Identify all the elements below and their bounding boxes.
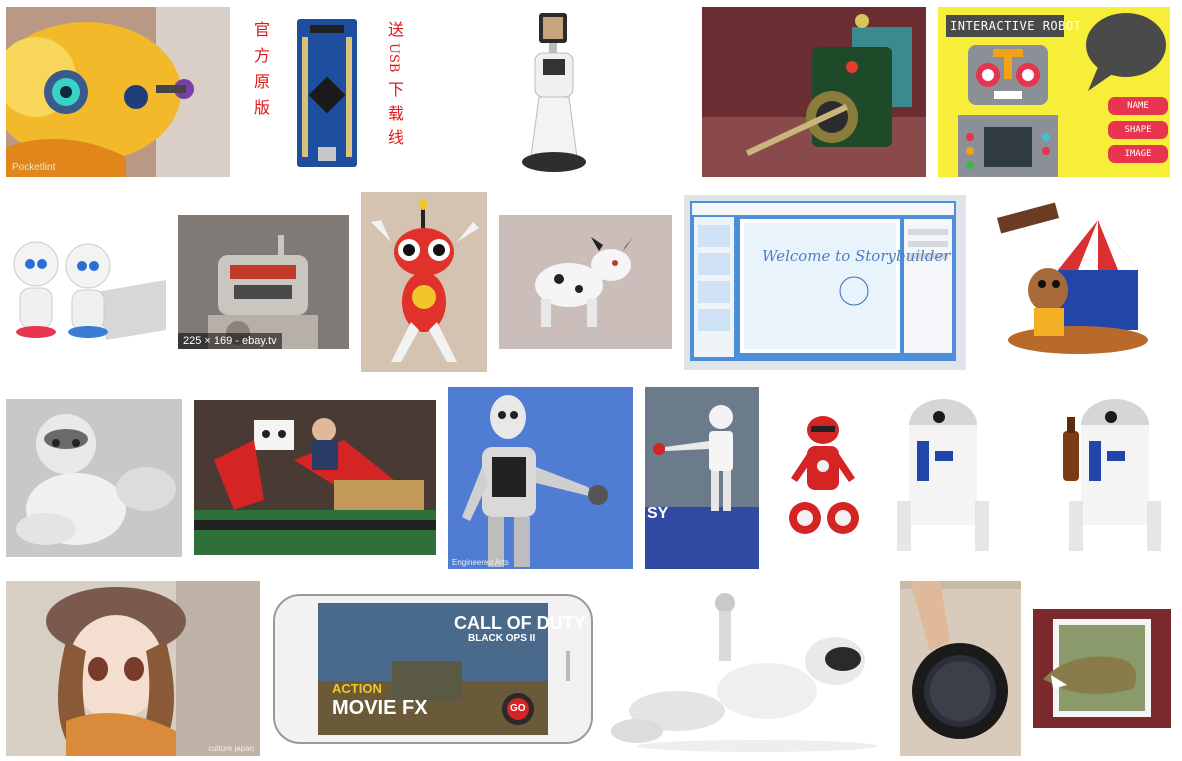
anime-doll-image-icon [6, 581, 260, 756]
image-result-arduino-board[interactable]: 官 方 原 版 送 USB 下 载 线 [242, 7, 415, 177]
cn-text-right-5: 线 [388, 128, 405, 147]
image-result-circuit-robot[interactable] [702, 7, 926, 177]
r2d2-droid-image-icon [887, 391, 1171, 564]
image-result-anime-doll[interactable]: culture japan [6, 581, 260, 756]
cn-text-right-1: 送 [388, 20, 405, 39]
game-title-line1: CALL OF DUTY [454, 613, 586, 633]
image-result-nao-robot[interactable] [6, 399, 182, 557]
cn-text-right-2: USB [386, 43, 401, 73]
circus-tent-monkey-robot-image-icon [978, 190, 1171, 375]
image-result-table-tennis-robot[interactable]: SY [645, 387, 759, 569]
image-result-r2d2[interactable] [887, 391, 1171, 564]
vintage-tin-robot-image-icon [178, 215, 349, 349]
app-title-line1: ACTION [332, 681, 382, 696]
toy-creature-robot-image-icon [361, 192, 487, 372]
watermark: SY [647, 505, 669, 522]
image-result-companion-robots[interactable] [6, 222, 166, 342]
image-result-tin-robot[interactable]: 225 × 169 - ebay.tv [178, 215, 349, 349]
image-result-robot-dog[interactable] [499, 215, 672, 349]
robot-playing-table-tennis-image-icon [645, 387, 759, 569]
image-result-dinosaur-frame[interactable] [1033, 609, 1171, 728]
storybuilder-app-screenshot-icon [684, 195, 966, 370]
cn-text-left-2: 方 [254, 46, 271, 65]
go-button-label: GO [510, 703, 526, 714]
ir-shape-button: SHAPE [1108, 121, 1168, 139]
nao-humanoid-robot-image-icon [6, 399, 182, 557]
cn-text-left-4: 版 [254, 98, 271, 117]
baxter-industrial-robot-image-icon [194, 400, 436, 555]
image-result-toy-robot-fish[interactable]: Pocketlint [6, 7, 230, 177]
image-result-smart-speaker[interactable] [900, 581, 1021, 756]
game-title-line2: BLACK OPS II [468, 633, 536, 644]
ir-name-button: NAME [1108, 97, 1168, 115]
watermark: culture japan [208, 744, 254, 753]
telepresence-robot-image-icon [427, 7, 689, 177]
interactive-robot-title: INTERACTIVE ROBOT [950, 19, 1082, 33]
ir-image-button: IMAGE [1108, 145, 1168, 163]
image-result-action-movie-fx[interactable]: CALL OF DUTY BLACK OPS II ACTION MOVIE F… [272, 591, 595, 746]
cn-text-left-3: 原 [254, 72, 271, 91]
reclining-robot-image-icon [607, 581, 888, 756]
watermark: Pocketlint [12, 162, 56, 173]
storybuilder-title: Welcome to Storybuilder [762, 247, 951, 265]
image-result-reclining-robot[interactable] [607, 581, 888, 756]
toy-robot-fish-image-icon [6, 7, 230, 177]
humanoid-robot-blue-background-image-icon [448, 387, 633, 569]
small-companion-robots-image-icon [6, 222, 166, 342]
image-result-circus-monkey[interactable] [978, 190, 1171, 375]
cn-text-left-1: 官 [254, 20, 271, 39]
image-result-storybuilder[interactable]: Welcome to Storybuilder [684, 195, 966, 370]
image-result-telepresence-robot[interactable] [427, 7, 689, 177]
image-result-toy-creature[interactable] [361, 192, 487, 372]
image-size-caption: 225 × 169 - ebay.tv [178, 333, 282, 349]
image-result-interactive-robot[interactable]: INTERACTIVE ROBOT NAME SHAPE IMAGE [938, 7, 1170, 177]
3d-dinosaur-frame-image-icon [1033, 609, 1171, 728]
image-result-red-toy-robot[interactable] [771, 408, 875, 546]
cn-text-right-3: 下 [388, 80, 405, 99]
image-result-humanoid-blue[interactable]: Engineered Arts [448, 387, 633, 569]
smart-speaker-hand-image-icon [900, 581, 1021, 756]
image-result-baxter-robot[interactable] [194, 400, 436, 555]
watermark: Engineered Arts [452, 558, 509, 567]
cn-text-right-4: 载 [388, 104, 405, 123]
circuit-board-robot-image-icon [702, 7, 926, 177]
app-title-line2: MOVIE FX [332, 697, 428, 719]
robot-dog-image-icon [499, 215, 672, 349]
red-toy-robot-image-icon [771, 408, 875, 546]
